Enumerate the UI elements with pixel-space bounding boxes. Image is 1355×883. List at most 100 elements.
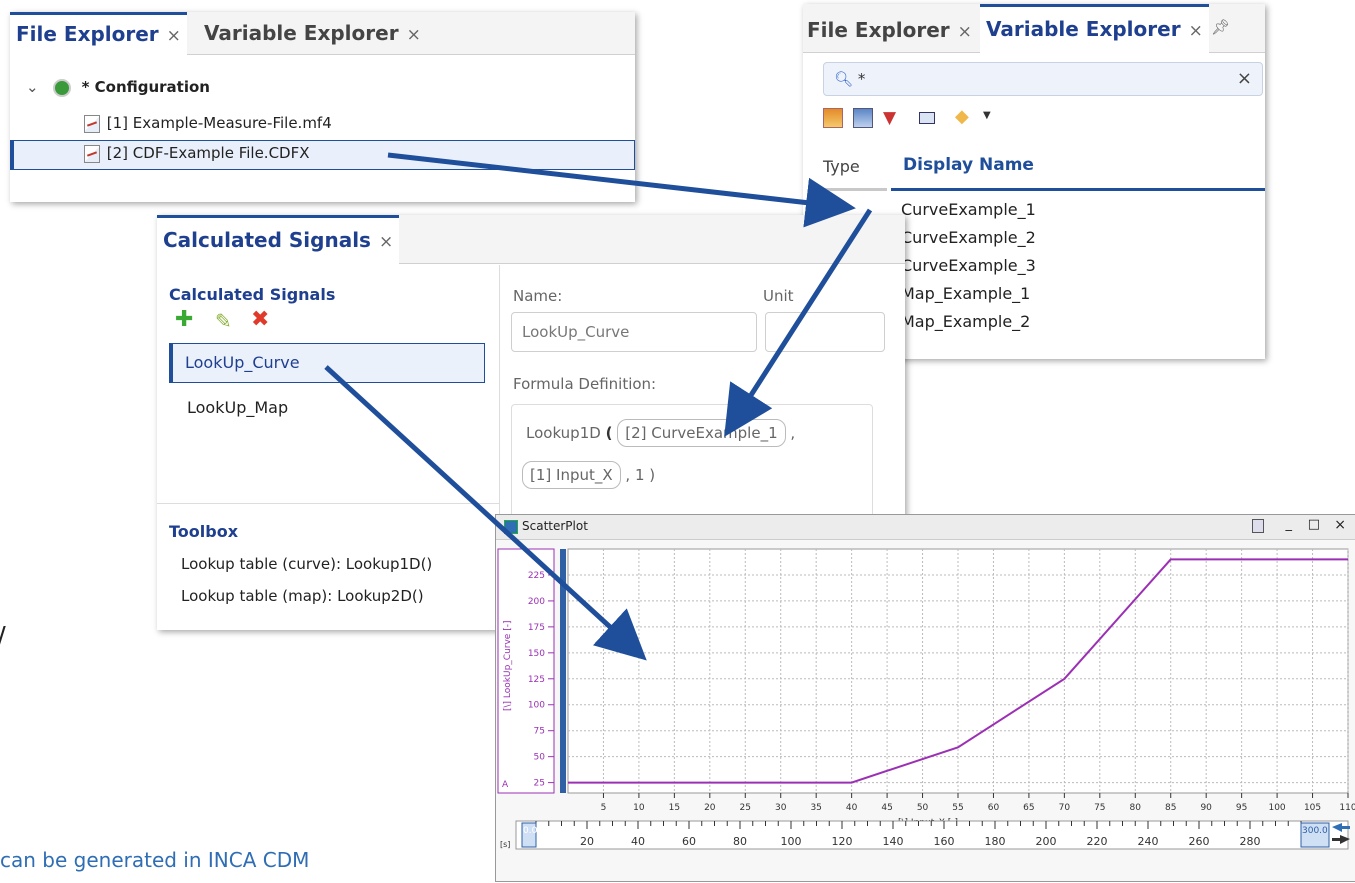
toolbox-item[interactable]: Lookup table (map): Lookup2D() xyxy=(181,587,424,605)
maximize-button[interactable]: □ xyxy=(1308,517,1320,532)
variable-name: Map_Example_2 xyxy=(901,312,1031,331)
tree-root[interactable]: ⌄ * Configuration xyxy=(26,78,210,97)
clear-search-icon[interactable]: × xyxy=(1237,63,1252,95)
x-tick-label: 15 xyxy=(669,803,680,813)
y-tick-label: 150 xyxy=(528,649,545,659)
y-tick-label: 200 xyxy=(528,597,545,607)
formula-function: Lookup1D xyxy=(526,424,601,442)
y-tick-label: 225 xyxy=(528,571,545,581)
x-tick-label: 105 xyxy=(1304,803,1321,813)
minimize-button[interactable]: _ xyxy=(1286,517,1293,532)
time-tick-label: 20 xyxy=(580,835,594,848)
variable-name: CurveExample_1 xyxy=(901,200,1036,219)
x-tick-label: 20 xyxy=(704,803,716,813)
tab-variable-explorer[interactable]: Variable Explorer × xyxy=(198,12,427,54)
x-tick-label: 55 xyxy=(952,803,963,813)
x-tick-label: 60 xyxy=(988,803,1000,813)
time-tick-label: 220 xyxy=(1087,835,1108,848)
close-icon[interactable]: × xyxy=(379,232,393,252)
x-tick-label: 100 xyxy=(1268,803,1285,813)
x-tick-label: 90 xyxy=(1200,803,1212,813)
x-tick-label: 35 xyxy=(810,803,821,813)
column-header-type[interactable]: Type xyxy=(823,157,860,176)
pin-icon[interactable]: 📌︎ xyxy=(1211,18,1230,36)
variable-explorer-tabbar: File Explorer × Variable Explorer × 📌︎ xyxy=(803,4,1265,55)
x-tick-label: 50 xyxy=(917,803,929,813)
tab-label: File Explorer xyxy=(807,18,950,42)
signal-list-item[interactable]: LookUp_Map xyxy=(187,398,288,417)
time-tick-label: 120 xyxy=(832,835,853,848)
tab-file-explorer[interactable]: File Explorer × xyxy=(10,12,187,57)
close-icon[interactable]: × xyxy=(958,22,972,42)
close-button[interactable]: × xyxy=(1334,517,1346,533)
tree-item[interactable]: [2] CDF-Example File.CDFX xyxy=(84,144,310,163)
chevron-down-icon[interactable]: ▼ xyxy=(983,110,991,121)
tab-label: Variable Explorer xyxy=(204,21,399,45)
formula-arg-chip[interactable]: [1] Input_X xyxy=(522,461,621,489)
chevron-down-icon[interactable]: ⌄ xyxy=(26,78,42,96)
time-range-start: 0.0 xyxy=(523,826,538,836)
x-tick-label: 110 xyxy=(1339,803,1355,813)
close-icon[interactable]: × xyxy=(407,25,421,45)
add-signal-button[interactable]: ✚ xyxy=(175,307,193,332)
window-properties-icon[interactable] xyxy=(1252,519,1264,533)
variable-name: Map_Example_1 xyxy=(901,284,1031,303)
footer-text: can be generated in INCA CDM xyxy=(0,848,310,872)
time-tick-label: 200 xyxy=(1036,835,1057,848)
x-tick-label: 80 xyxy=(1130,803,1142,813)
unit-field[interactable] xyxy=(765,312,885,352)
tree-item[interactable]: [1] Example-Measure-File.mf4 xyxy=(84,114,332,133)
signals-section-title: Calculated Signals xyxy=(169,285,336,304)
signal-list-item-selected[interactable]: LookUp_Curve xyxy=(169,343,485,383)
file-explorer-panel: File Explorer × Variable Explorer × ⌄ * Co… xyxy=(10,12,635,202)
tag-icon[interactable]: ◆ xyxy=(955,106,969,127)
variable-list-icon[interactable] xyxy=(853,108,873,128)
x-tick-label: 70 xyxy=(1059,803,1071,813)
y-tick-label: 75 xyxy=(534,727,545,737)
delete-signal-button[interactable]: ✖ xyxy=(251,307,269,332)
time-axis-unit: [s] xyxy=(500,840,510,849)
edit-signal-button[interactable]: ✎ xyxy=(215,309,232,333)
tab-variable-explorer[interactable]: Variable Explorer × xyxy=(980,4,1209,55)
tab-label: Variable Explorer xyxy=(986,17,1181,41)
close-icon[interactable]: × xyxy=(167,26,181,46)
formula-line-2: [1] Input_X , 1 ) xyxy=(522,461,655,489)
partial-y-letter: / xyxy=(0,622,6,652)
time-tick-label: 280 xyxy=(1240,835,1261,848)
tab-label: File Explorer xyxy=(16,22,159,46)
cdfx-file-icon xyxy=(84,144,100,163)
time-tick-label: 40 xyxy=(631,835,645,848)
formula-paren: ( xyxy=(605,424,613,442)
x-tick-label: 45 xyxy=(881,803,892,813)
signal-label: LookUp_Curve xyxy=(185,353,300,372)
tab-file-explorer[interactable]: File Explorer × xyxy=(807,4,972,52)
tab-calculated-signals[interactable]: Calculated Signals × xyxy=(157,215,400,266)
column-header-display-name[interactable]: Display Name xyxy=(903,155,1034,175)
y-tick-label: 175 xyxy=(528,623,545,633)
time-tick-label: 160 xyxy=(934,835,955,848)
search-icon: 🔍︎ xyxy=(834,70,854,88)
name-field-value: LookUp_Curve xyxy=(522,323,630,341)
formula-line-1: Lookup1D ( [2] CurveExample_1 , xyxy=(526,419,795,447)
time-tick-label: 240 xyxy=(1138,835,1159,848)
time-tick-label: 260 xyxy=(1189,835,1210,848)
x-tick-label: 25 xyxy=(740,803,751,813)
filter-icon[interactable]: ▼ xyxy=(883,108,896,128)
formula-editor[interactable]: Lookup1D ( [2] CurveExample_1 , [1] Inpu… xyxy=(511,404,873,526)
scatter-titlebar: ScatterPlot _ □ × xyxy=(496,515,1355,540)
window-title: ScatterPlot xyxy=(522,519,588,533)
search-input[interactable]: 🔍︎ * × xyxy=(823,62,1263,96)
add-variable-icon[interactable] xyxy=(823,108,843,128)
time-tick-label: 140 xyxy=(883,835,904,848)
formula-arg-chip[interactable]: [2] CurveExample_1 xyxy=(617,419,786,447)
plot-cursor-left xyxy=(560,549,566,793)
name-field[interactable]: LookUp_Curve xyxy=(511,312,757,352)
axis-marker-a: A xyxy=(502,780,509,790)
y-axis-label: [\] LookUp_Curve [-] xyxy=(503,621,513,711)
close-icon[interactable]: × xyxy=(1189,21,1203,41)
scatter-plot-chart[interactable]: 5 10 15 20 25 30 35 40 45 50 55 60 65 70 75 80 85 90 95 100… xyxy=(496,539,1355,881)
toolbox-item[interactable]: Lookup table (curve): Lookup1D() xyxy=(181,555,432,573)
x-tick-label: 40 xyxy=(846,803,858,813)
time-tick-label: 180 xyxy=(985,835,1006,848)
calibration-icon[interactable] xyxy=(919,112,935,124)
